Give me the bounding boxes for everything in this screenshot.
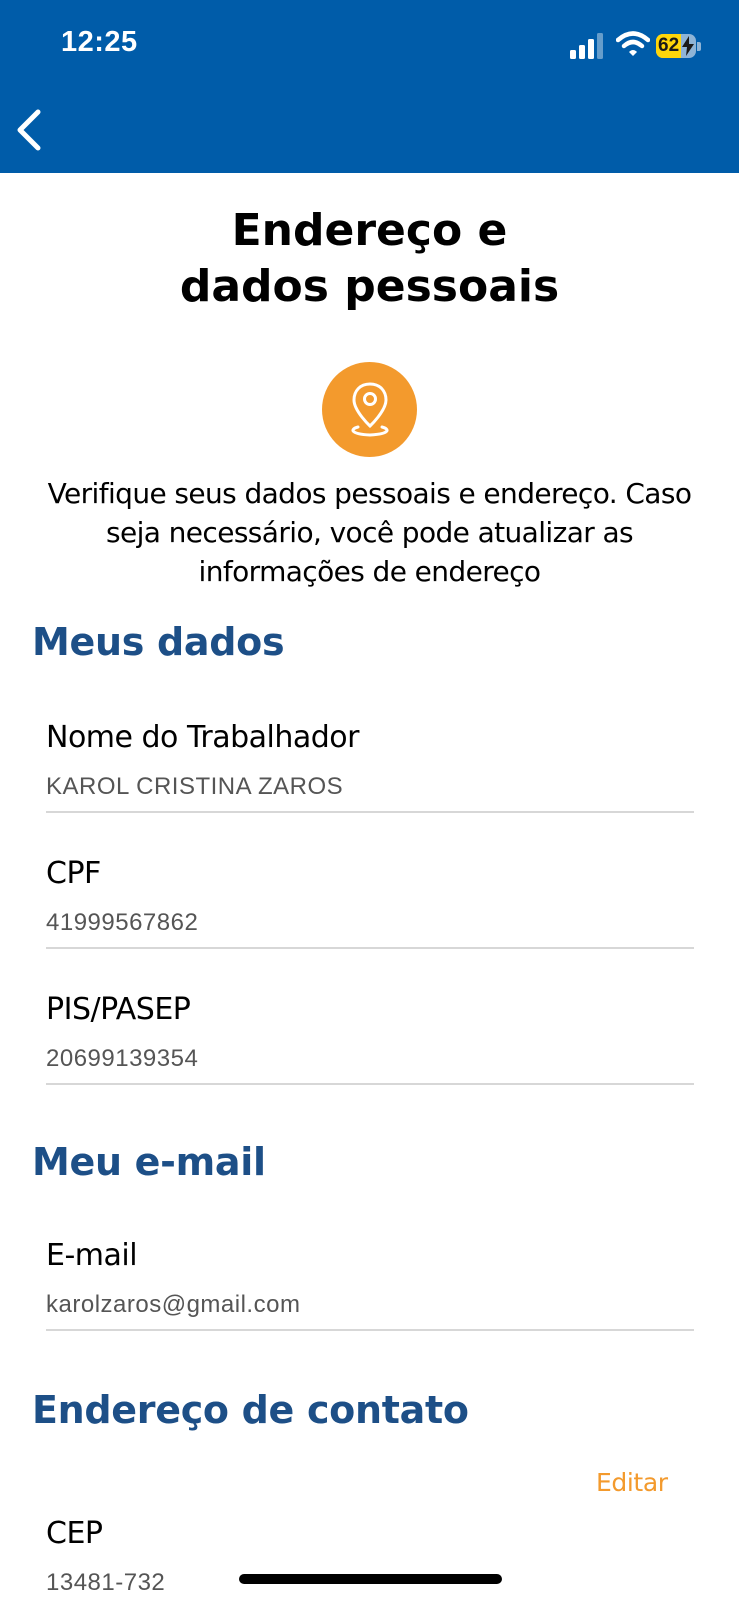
field-value: 20699139354: [46, 1045, 199, 1072]
field-value: 41999567862: [46, 909, 199, 936]
section-title-endereco-contato: Endereço de contato: [32, 1388, 469, 1432]
field-label: PIS/PASEP: [46, 992, 191, 1027]
field-label: E-mail: [46, 1238, 138, 1273]
section-title-meu-email: Meu e-mail: [32, 1140, 266, 1184]
field-nome-trabalhador: Nome do Trabalhador KAROL CRISTINA ZAROS: [46, 716, 694, 813]
field-pis-pasep: PIS/PASEP 20699139354: [46, 988, 694, 1085]
chevron-left-icon: [17, 109, 41, 151]
field-cpf: CPF 41999567862: [46, 852, 694, 949]
location-badge: [322, 362, 417, 457]
page-title-line-2: dados pessoais: [179, 261, 560, 312]
field-label: Nome do Trabalhador: [46, 720, 359, 755]
field-label: CEP: [46, 1516, 103, 1551]
home-indicator[interactable]: [239, 1574, 502, 1584]
section-title-meus-dados: Meus dados: [32, 620, 285, 664]
back-button[interactable]: [10, 106, 50, 154]
field-label: CPF: [46, 856, 101, 891]
wifi-icon: [616, 31, 650, 56]
cellular-signal-icon: [570, 33, 603, 59]
edit-address-link[interactable]: Editar: [596, 1468, 668, 1497]
battery-percentage: 62: [658, 35, 680, 56]
field-value: karolzaros@gmail.com: [46, 1291, 301, 1318]
field-email: E-mail karolzaros@gmail.com: [46, 1234, 694, 1331]
status-time: 12:25: [61, 26, 138, 58]
field-cep: CEP 13481-732: [46, 1512, 694, 1598]
page-title-line-1: Endereço e: [231, 205, 508, 256]
field-divider: [46, 811, 694, 813]
app-header: 12:25 62: [0, 0, 739, 173]
battery-icon: 62: [656, 34, 701, 58]
field-divider: [46, 1329, 694, 1331]
location-pin-icon: [351, 382, 389, 437]
field-divider: [46, 1083, 694, 1085]
field-divider: [46, 947, 694, 949]
intro-text: Verifique seus dados pessoais e endereço…: [47, 477, 692, 588]
field-value: KAROL CRISTINA ZAROS: [46, 773, 344, 800]
charging-bolt-icon: [682, 36, 694, 56]
page-title: Endereço e dados pessoais: [0, 203, 739, 315]
